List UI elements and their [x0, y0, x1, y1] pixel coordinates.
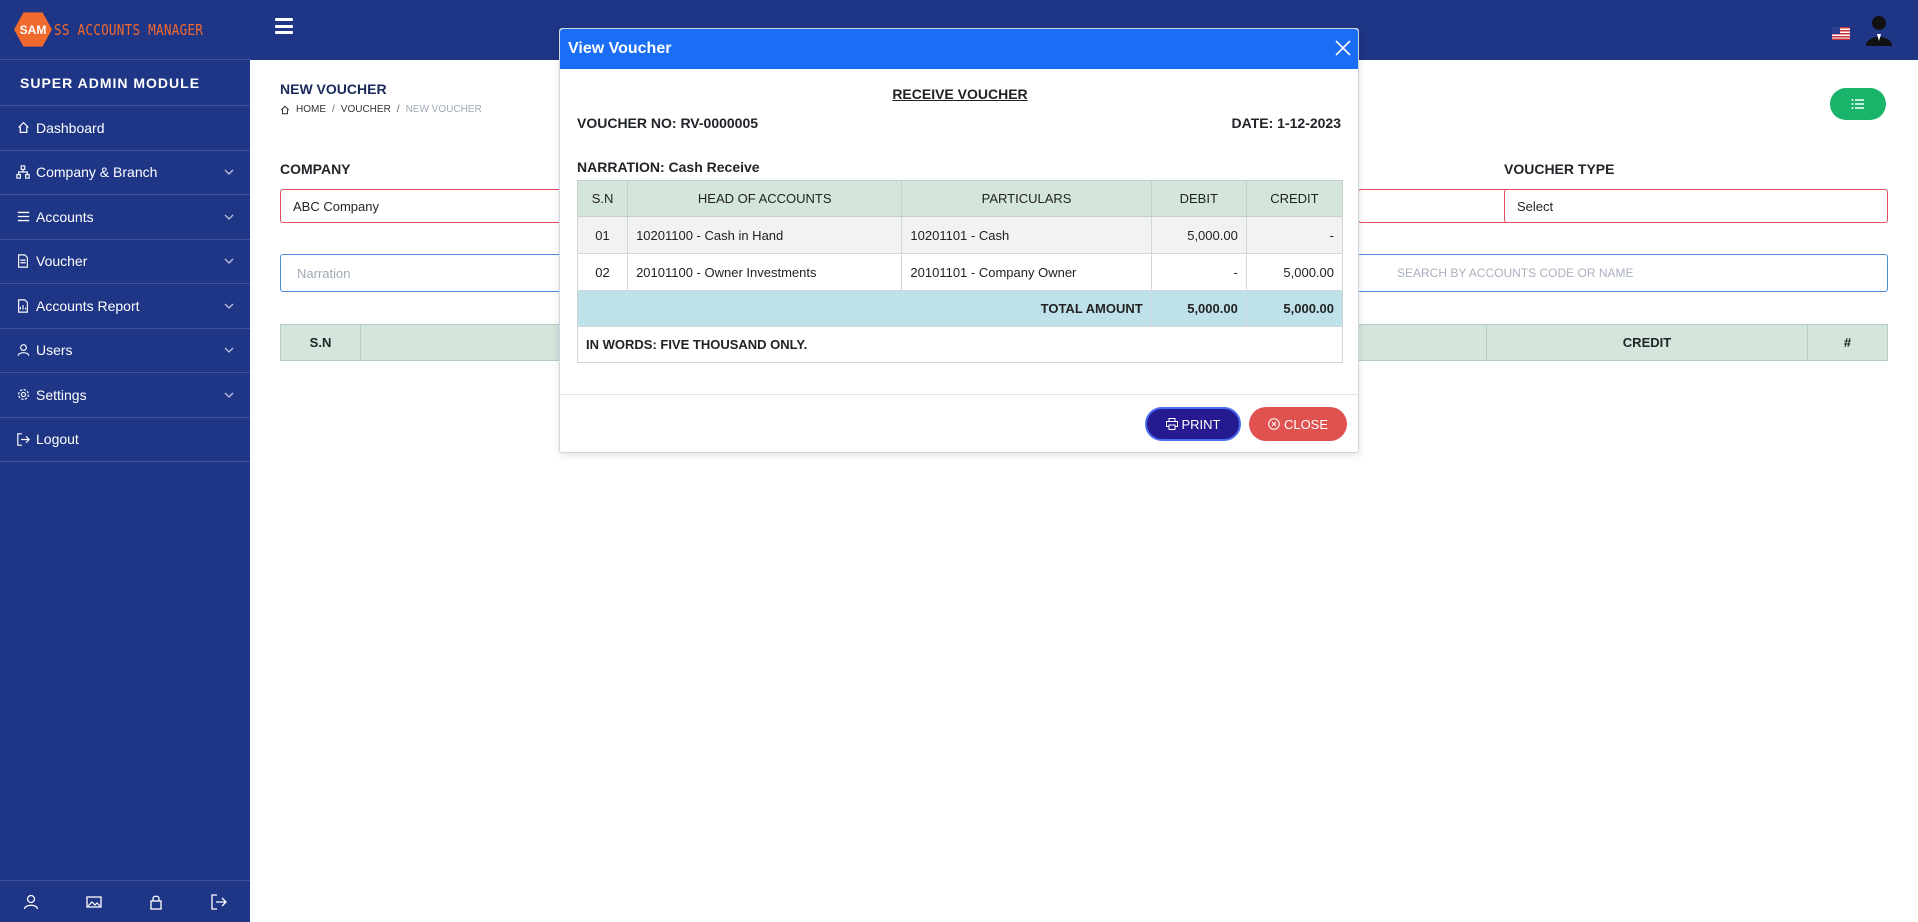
breadcrumb: HOME / VOUCHER / NEW VOUCHER — [280, 104, 482, 115]
company-label: COMPANY — [280, 161, 351, 177]
in-words-row: IN WORDS: FIVE THOUSAND ONLY. — [577, 326, 1343, 363]
chevron-down-icon — [224, 303, 234, 309]
sidebar-item-label: Users — [36, 342, 73, 359]
table-row: 02 20101100 - Owner Investments 20101101… — [576, 253, 1344, 291]
column-header: S.N — [281, 325, 361, 360]
us-flag-icon[interactable] — [1832, 27, 1850, 40]
total-row: TOTAL AMOUNT 5,000.00 5,000.00 — [577, 290, 1344, 327]
sidebar-item-label: Company & Branch — [36, 164, 158, 181]
company-select[interactable]: ABC Company — [280, 189, 570, 223]
brand-logo: SAM — [14, 12, 52, 47]
cell-credit: 5,000.00 — [1245, 253, 1344, 291]
print-icon — [1165, 418, 1178, 430]
total-debit: 5,000.00 — [1150, 290, 1247, 327]
cell-debit: 5,000.00 — [1150, 216, 1247, 254]
cell-particulars: 20101101 - Company Owner — [901, 253, 1152, 291]
chevron-down-icon — [224, 392, 234, 398]
column-header: S.N — [576, 180, 629, 217]
chevron-down-icon — [224, 347, 234, 354]
modal-header: View Voucher — [560, 29, 1358, 69]
close-button-label: CLOSE — [1283, 416, 1329, 432]
column-header: DEBIT — [1150, 180, 1247, 217]
sidebar-item-dashboard[interactable]: Dashboard — [0, 106, 250, 151]
voucher-list-button[interactable] — [1830, 88, 1886, 120]
list-icon — [16, 210, 30, 224]
chevron-down-icon — [224, 258, 234, 265]
sidebar-item-accounts[interactable]: Accounts — [0, 195, 250, 240]
sidebar-item-label: Settings — [36, 386, 87, 403]
cell-head: 10201100 - Cash in Hand — [627, 216, 903, 254]
sidebar-item-label: Accounts — [36, 208, 94, 225]
sidebar-item-label: Voucher — [36, 253, 88, 270]
sidebar-item-label: Dashboard — [36, 119, 105, 136]
total-credit: 5,000.00 — [1245, 290, 1344, 327]
sidebar-item-company-branch[interactable]: Company & Branch — [0, 151, 250, 195]
chevron-down-icon — [224, 169, 234, 176]
voucher-type-select[interactable]: Select — [1504, 189, 1888, 223]
image-icon[interactable] — [86, 894, 102, 910]
cell-sn: 01 — [576, 216, 629, 254]
table-row: 01 10201100 - Cash in Hand 10201101 - Ca… — [576, 216, 1344, 254]
voucher-number: VOUCHER NO: RV-0000005 — [577, 115, 759, 131]
voucher-type-label: VOUCHER TYPE — [1504, 161, 1615, 177]
column-header: CREDIT — [1245, 180, 1344, 217]
chevron-down-icon — [224, 214, 234, 220]
sidebar-item-logout[interactable]: Logout — [0, 418, 250, 462]
sidebar: SAM SS ACCOUNTS MANAGER SUPER ADMIN MODU… — [0, 0, 250, 922]
lock-icon[interactable] — [148, 894, 164, 910]
gear-icon — [16, 388, 30, 402]
print-button[interactable]: PRINT — [1145, 407, 1241, 441]
breadcrumb-home[interactable]: HOME — [296, 104, 326, 115]
sidebar-item-label: Logout — [36, 431, 79, 448]
total-label: TOTAL AMOUNT — [577, 290, 1152, 327]
voucher-date: DATE: 1-12-2023 — [1231, 115, 1341, 131]
file-icon — [16, 254, 30, 268]
amount-in-words: IN WORDS: FIVE THOUSAND ONLY. — [577, 326, 1343, 363]
close-icon[interactable] — [1334, 39, 1352, 57]
cell-sn: 02 — [576, 253, 629, 291]
breadcrumb-current: NEW VOUCHER — [405, 104, 482, 115]
cell-debit: - — [1150, 253, 1247, 291]
cell-particulars: 10201101 - Cash — [901, 216, 1152, 254]
page-title: NEW VOUCHER — [280, 81, 387, 97]
list-icon — [1851, 99, 1864, 109]
report-icon — [16, 299, 30, 313]
breadcrumb-voucher[interactable]: VOUCHER — [341, 104, 391, 115]
brand-name: SS ACCOUNTS MANAGER — [54, 20, 204, 39]
cell-credit: - — [1245, 216, 1344, 254]
cell-head: 20101100 - Owner Investments — [627, 253, 903, 291]
sidebar-item-label: Accounts Report — [36, 297, 140, 314]
sidebar-item-settings[interactable]: Settings — [0, 373, 250, 418]
sidebar-item-users[interactable]: Users — [0, 329, 250, 373]
logout-icon — [16, 432, 30, 446]
brand[interactable]: SAM SS ACCOUNTS MANAGER — [0, 0, 250, 60]
voucher-detail-table: S.N HEAD OF ACCOUNTS PARTICULARS DEBIT C… — [576, 180, 1344, 363]
sidebar-footer — [0, 880, 250, 922]
modal-title: View Voucher — [568, 40, 672, 57]
home-icon — [280, 105, 290, 114]
column-header: PARTICULARS — [901, 180, 1152, 217]
sidebar-item-accounts-report[interactable]: Accounts Report — [0, 284, 250, 329]
view-voucher-modal: View Voucher RECEIVE VOUCHER VOUCHER NO:… — [559, 28, 1360, 453]
column-header: # — [1843, 335, 1852, 350]
menu-toggle-icon[interactable] — [275, 18, 293, 34]
logout-icon[interactable] — [211, 893, 227, 910]
column-header: CREDIT — [1487, 325, 1808, 360]
sitemap-icon — [16, 165, 30, 179]
module-title: SUPER ADMIN MODULE — [0, 60, 250, 106]
profile-icon[interactable] — [23, 894, 39, 910]
user-icon — [16, 343, 30, 357]
close-circle-icon — [1268, 418, 1280, 430]
close-button[interactable]: CLOSE — [1249, 407, 1347, 441]
home-icon — [16, 121, 30, 135]
print-button-label: PRINT — [1181, 416, 1221, 432]
account-search-input[interactable]: SEARCH BY ACCOUNTS CODE OR NAME — [1397, 266, 1633, 280]
voucher-narration: NARRATION: Cash Receive — [577, 159, 760, 175]
voucher-type-heading: RECEIVE VOUCHER — [892, 86, 1028, 102]
sidebar-item-voucher[interactable]: Voucher — [0, 240, 250, 284]
column-header: HEAD OF ACCOUNTS — [627, 180, 903, 217]
user-avatar-icon[interactable] — [1864, 14, 1894, 46]
